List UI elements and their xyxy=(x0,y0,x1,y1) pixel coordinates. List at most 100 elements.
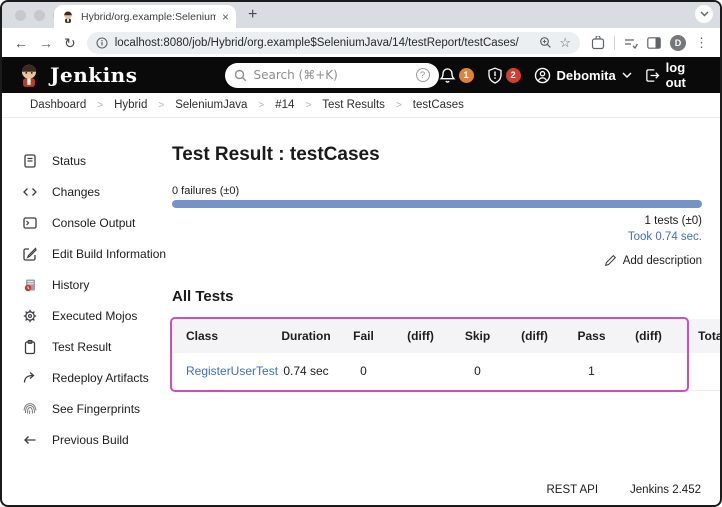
arrow-left-icon xyxy=(24,435,36,444)
column-header-skip-diff[interactable]: (diff) xyxy=(506,319,563,353)
column-header-skip[interactable]: Skip xyxy=(449,319,506,353)
cell-skip: 0 xyxy=(449,353,506,391)
sidebar-item-label: Status xyxy=(52,153,87,168)
sidebar-item-label: Redeploy Artifacts xyxy=(52,370,149,385)
column-header-pass-diff[interactable]: (diff) xyxy=(620,319,677,353)
sidebar-item-test-result[interactable]: Test Result xyxy=(2,331,172,362)
sidebar-item-changes[interactable]: Changes xyxy=(2,176,172,207)
add-description-button[interactable]: Add description xyxy=(172,254,702,267)
table-row: RegisterUserTest 0.74 sec 0 0 1 xyxy=(172,353,720,391)
breadcrumb-dashboard[interactable]: Dashboard xyxy=(30,99,86,111)
new-tab-button[interactable]: + xyxy=(248,6,257,24)
document-icon xyxy=(24,153,36,168)
sidebar-item-executed-mojos[interactable]: Executed Mojos xyxy=(2,300,172,331)
add-description-label: Add description xyxy=(622,254,702,267)
browser-menu-icon[interactable]: ⋮ xyxy=(695,35,708,51)
browser-tab[interactable]: Hybrid/org.example:Selenium × xyxy=(54,5,236,28)
browser-profile-avatar[interactable]: D xyxy=(670,34,686,51)
breadcrumb-test-results[interactable]: Test Results xyxy=(322,99,385,111)
sidebar-item-previous-build[interactable]: Previous Build xyxy=(2,424,172,455)
forward-icon[interactable]: → xyxy=(39,36,53,50)
sidebar: Status Changes Console Output Edit Build… xyxy=(2,118,172,455)
breadcrumb-separator: > xyxy=(395,99,402,111)
column-header-fail-diff[interactable]: (diff) xyxy=(392,319,449,353)
chevron-down-icon xyxy=(622,72,632,78)
column-header-pass[interactable]: Pass xyxy=(563,319,620,353)
jenkins-logo[interactable]: Jenkins xyxy=(16,62,137,88)
user-menu[interactable]: Debomita xyxy=(534,67,632,84)
terminal-icon xyxy=(23,216,37,229)
tests-count-label: 1 tests (±0) xyxy=(644,215,702,227)
toolbar-divider xyxy=(614,35,615,50)
jenkins-header: Jenkins ? 1 2 Debomita log out xyxy=(2,57,720,93)
column-header-duration[interactable]: Duration xyxy=(277,319,335,353)
security-badge: 2 xyxy=(505,67,521,83)
logout-icon xyxy=(645,68,660,82)
gear-icon xyxy=(23,309,37,322)
site-info-icon[interactable] xyxy=(96,36,108,49)
test-class-link[interactable]: RegisterUserTest xyxy=(186,364,278,378)
close-tab-icon[interactable]: × xyxy=(222,11,229,23)
fingerprint-icon xyxy=(23,402,37,414)
shield-icon xyxy=(487,67,502,84)
notifications-control[interactable]: 1 xyxy=(438,67,474,84)
address-bar[interactable]: localhost:8080/job/Hybrid/org.example$Se… xyxy=(86,31,580,54)
jenkins-brand-name: Jenkins xyxy=(50,63,138,87)
test-result-progress-bar xyxy=(172,200,702,208)
all-tests-title: All Tests xyxy=(172,288,234,305)
reload-icon[interactable]: ↻ xyxy=(64,36,76,50)
breadcrumb-build-14[interactable]: #14 xyxy=(275,99,294,111)
breadcrumb-testcases[interactable]: testCases xyxy=(413,99,464,111)
bookmark-star-icon[interactable]: ☆ xyxy=(559,36,571,49)
sidebar-item-label: See Fingerprints xyxy=(52,401,141,416)
breadcrumb-hybrid[interactable]: Hybrid xyxy=(114,99,147,111)
rest-api-link[interactable]: REST API xyxy=(546,484,598,496)
sidebar-item-redeploy-artifacts[interactable]: Redeploy Artifacts xyxy=(2,362,172,393)
sidebar-item-edit-build-information[interactable]: Edit Build Information xyxy=(2,238,172,269)
user-name: Debomita xyxy=(556,67,616,83)
extensions-icon[interactable] xyxy=(591,35,605,50)
breadcrumb-separator: > xyxy=(305,99,312,111)
all-tests-table: Class Duration Fail (diff) Skip (diff) P… xyxy=(172,319,720,391)
all-tests-table-container: Class Duration Fail (diff) Skip (diff) P… xyxy=(170,317,720,392)
logout-label: log out xyxy=(665,60,686,90)
browser-toolbar: ← → ↻ localhost:8080/job/Hybrid/org.exam… xyxy=(2,28,720,57)
sidebar-item-label: Previous Build xyxy=(52,432,129,447)
jenkins-version[interactable]: Jenkins 2.452 xyxy=(630,484,701,496)
chevron-down-icon xyxy=(700,11,708,17)
failures-label: 0 failures (±0) xyxy=(172,185,240,197)
sidebar-item-status[interactable]: Status xyxy=(2,145,172,176)
close-window-button[interactable] xyxy=(15,9,26,21)
sidebar-item-label: Executed Mojos xyxy=(52,308,138,323)
search-box[interactable]: ? xyxy=(225,62,439,88)
back-icon[interactable]: ← xyxy=(14,36,28,50)
zoom-page-icon[interactable] xyxy=(539,36,552,49)
breadcrumb-separator: > xyxy=(258,99,265,111)
table-header-row: Class Duration Fail (diff) Skip (diff) P… xyxy=(172,319,720,353)
breadcrumb-seleniumjava[interactable]: SeleniumJava xyxy=(175,99,247,111)
sidebar-item-see-fingerprints[interactable]: See Fingerprints xyxy=(2,393,172,424)
user-icon xyxy=(534,67,550,83)
url-text[interactable]: localhost:8080/job/Hybrid/org.example$Se… xyxy=(115,37,533,49)
security-warnings-control[interactable]: 2 xyxy=(487,67,521,84)
side-panel-icon[interactable] xyxy=(647,36,661,49)
column-header-class[interactable]: Class xyxy=(172,319,277,353)
logout-button[interactable]: log out xyxy=(645,60,706,90)
column-header-total[interactable]: Total xyxy=(677,319,720,353)
cell-class: RegisterUserTest xyxy=(172,353,278,391)
column-header-fail[interactable]: Fail xyxy=(335,319,392,353)
search-input[interactable] xyxy=(253,68,410,82)
redeploy-arrow-icon xyxy=(23,371,35,383)
header-right-controls: 1 2 Debomita log out xyxy=(438,60,706,90)
sidebar-item-console-output[interactable]: Console Output xyxy=(2,207,172,238)
reading-list-icon[interactable] xyxy=(624,37,638,49)
jenkins-butler-icon xyxy=(21,64,37,87)
search-help-icon[interactable]: ? xyxy=(415,68,430,82)
toolbar-collapse-button[interactable] xyxy=(695,5,713,23)
notification-badge: 1 xyxy=(458,67,474,83)
minimize-window-button[interactable] xyxy=(34,9,45,21)
sidebar-item-history[interactable]: History xyxy=(2,269,172,300)
cell-duration: 0.74 sec xyxy=(277,353,335,391)
took-duration-link[interactable]: Took 0.74 sec. xyxy=(172,231,702,243)
clipboard-icon xyxy=(24,339,36,354)
